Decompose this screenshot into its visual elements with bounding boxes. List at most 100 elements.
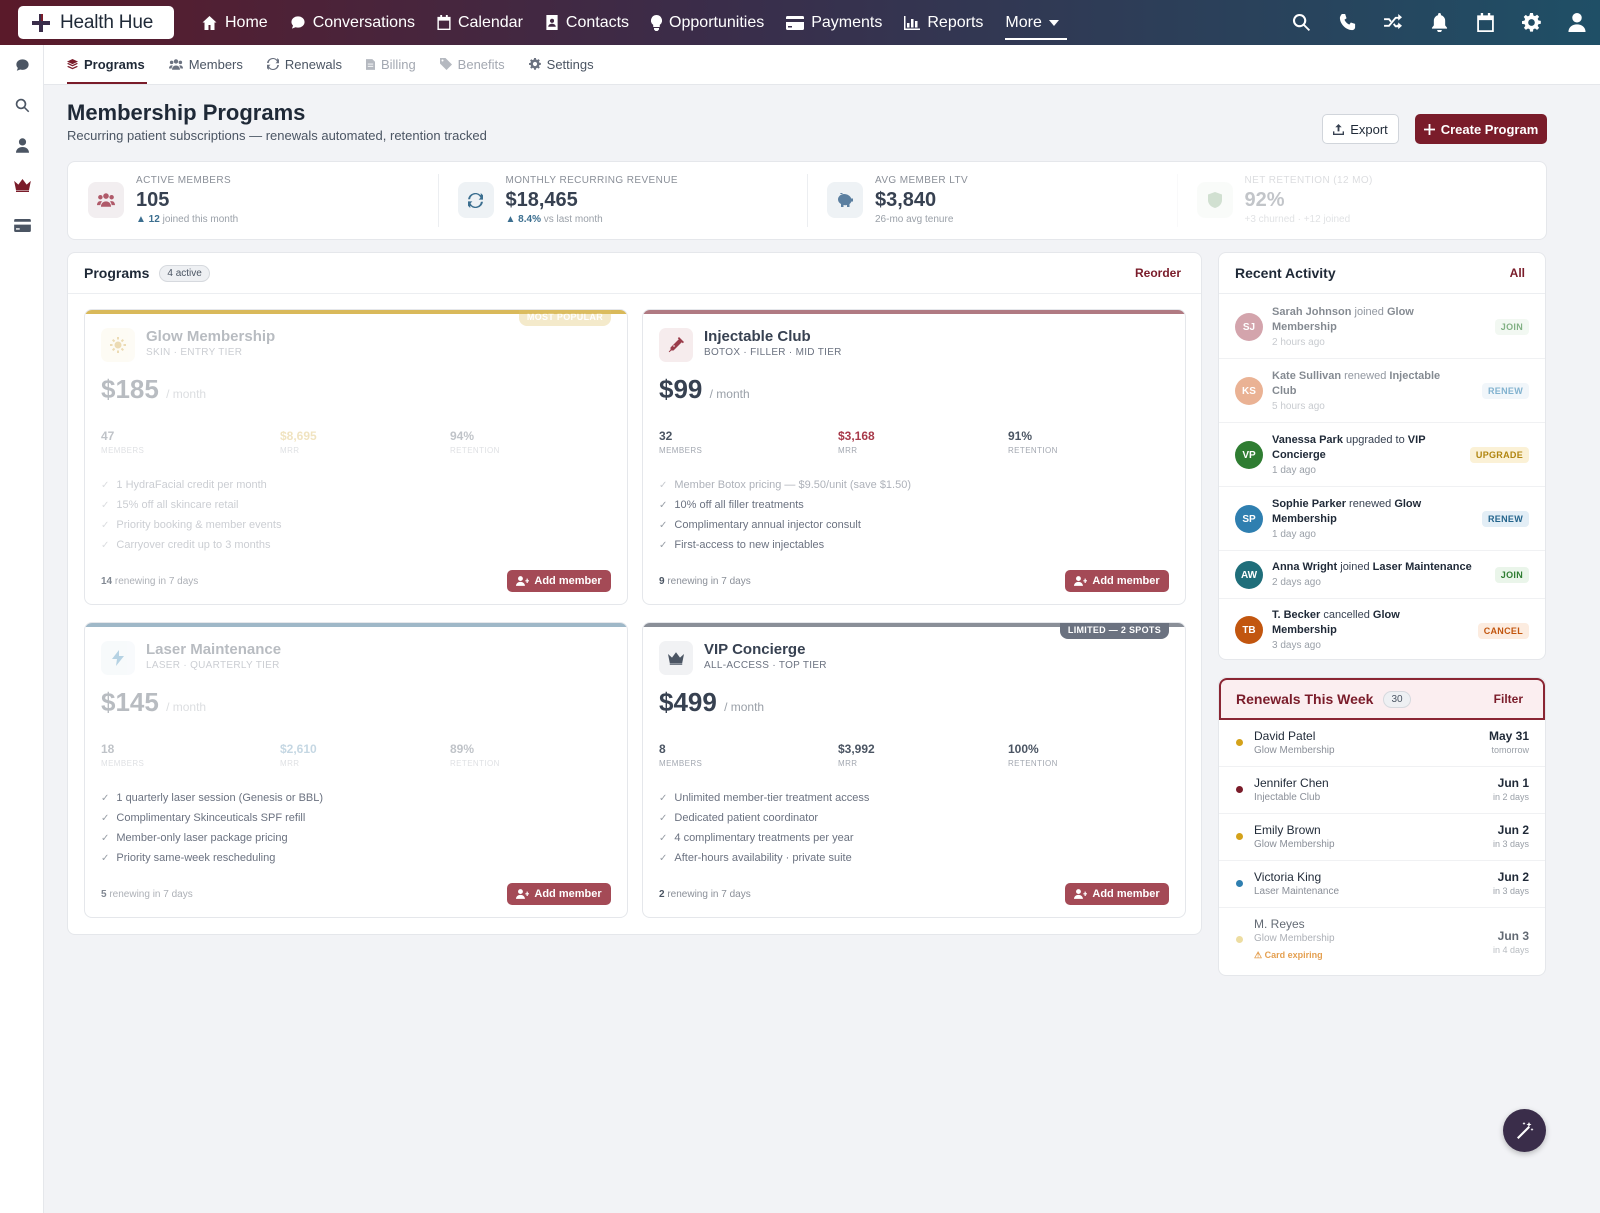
nav-payments[interactable]: Payments (775, 0, 893, 45)
gear-icon (1521, 13, 1541, 32)
renewal-row[interactable]: Victoria King Laser Maintenance Jun 2 in… (1219, 861, 1545, 908)
renewal-row[interactable]: Emily Brown Glow Membership Jun 2 in 3 d… (1219, 814, 1545, 861)
renewal-relative: in 3 days (1492, 839, 1529, 849)
chart-icon (904, 15, 921, 30)
rail-memberships[interactable] (0, 165, 44, 205)
tab-billing-label: Billing (380, 56, 416, 72)
avatar: KS (1235, 377, 1263, 405)
activity-item[interactable]: KS Kate Sullivan renewed Injectable Club… (1219, 359, 1545, 423)
renewal-row[interactable]: David Patel Glow Membership May 31 tomor… (1219, 720, 1545, 767)
stat-value: 92% (1244, 189, 1285, 211)
piggy-bank-icon (838, 193, 853, 207)
tab-billing[interactable]: Billing (365, 44, 428, 84)
avatar: SP (1235, 505, 1263, 533)
rail-billing[interactable] (0, 205, 44, 245)
card-expiring-warning: ⚠ Card expiring (1254, 950, 1323, 960)
activity-verb: joined (1340, 561, 1370, 573)
tab-benefits[interactable]: Benefits (439, 44, 517, 84)
search-icon (1292, 13, 1310, 32)
program-card[interactable]: LIMITED — 2 SPOTS VIP Concierge ALL-ACCE… (642, 622, 1186, 918)
tab-settings[interactable]: Settings (528, 44, 606, 84)
activity-all-link[interactable]: All (1510, 266, 1525, 280)
program-card[interactable]: MOST POPULAR Glow Membership SKIN · ENTR… (84, 309, 628, 605)
settings-button[interactable] (1508, 0, 1554, 45)
card-price-period: / month (166, 387, 207, 401)
card-name: Laser Maintenance (146, 641, 282, 658)
profile-button[interactable] (1554, 0, 1600, 45)
search-button[interactable] (1278, 0, 1324, 45)
upload-icon (1333, 123, 1345, 135)
nav-opportunities[interactable]: Opportunities (640, 0, 775, 45)
activity-item[interactable]: SP Sophie Parker renewed Glow Membership… (1219, 487, 1545, 551)
add-member-button[interactable]: Add member (507, 570, 611, 592)
rail-contacts[interactable] (0, 125, 44, 165)
program-color-dot (1236, 786, 1243, 793)
tab-programs[interactable]: Programs (67, 44, 157, 84)
renewal-row[interactable]: Jennifer Chen Injectable Club Jun 1 in 2… (1219, 767, 1545, 814)
card-mrr-label: MRR (838, 759, 858, 768)
nav-reports[interactable]: Reports (893, 0, 994, 45)
phone-button[interactable] (1324, 0, 1370, 45)
program-card[interactable]: Injectable Club BOTOX · FILLER · MID TIE… (642, 309, 1186, 605)
renewal-member-name: David Patel (1254, 729, 1316, 743)
tab-members-label: Members (188, 56, 243, 72)
activity-item[interactable]: TB T. Becker cancelled Glow Membership 3 … (1219, 599, 1545, 661)
card-icon-box (659, 328, 693, 362)
card-price-period: / month (166, 700, 207, 714)
tab-renewals[interactable]: Renewals (266, 44, 354, 84)
activity-text: Sarah Johnson joined Glow Membership 2 ho… (1272, 305, 1462, 350)
activity-time: 5 hours ago (1272, 401, 1325, 412)
nav-conversations[interactable]: Conversations (279, 0, 426, 45)
top-navigation-bar: Health Hue Home Conversations Calendar C… (0, 0, 1600, 45)
magic-wand-fab[interactable] (1503, 1109, 1546, 1152)
card-renewing-text: renewing in 7 days (114, 576, 199, 587)
stat-icon-box (1196, 182, 1233, 218)
add-member-button[interactable]: Add member (507, 883, 611, 905)
add-member-button[interactable]: Add member (1065, 883, 1169, 905)
renewals-filter-link[interactable]: Filter (1494, 692, 1523, 706)
activity-item[interactable]: VP Vanessa Park upgraded to VIP Concierg… (1219, 423, 1545, 487)
side-rail (0, 45, 44, 1213)
activity-item[interactable]: SJ Sarah Johnson joined Glow Membership 2… (1219, 295, 1545, 359)
shuffle-button[interactable] (1370, 0, 1416, 45)
card-accent-bar (85, 623, 627, 627)
stat-note-text: +3 churned · +12 joined (1244, 214, 1351, 225)
tab-benefits-label: Benefits (457, 56, 505, 72)
refresh-icon (468, 192, 483, 208)
renewal-relative: in 2 days (1492, 792, 1529, 802)
card-mrr-value: $2,610 (280, 742, 317, 756)
bolt-icon (112, 650, 124, 666)
activity-item[interactable]: AW Anna Wright joined Laser Maintenance 2… (1219, 551, 1545, 599)
nav-more-label: More (1005, 13, 1042, 31)
reorder-link[interactable]: Reorder (1135, 266, 1181, 280)
card-benefits-list: 1 HydraFacial credit per month 15% off a… (101, 475, 281, 555)
stat-value: 105 (136, 189, 170, 211)
export-button[interactable]: Export (1322, 114, 1399, 144)
card-benefits-list: Unlimited member-tier treatment access D… (659, 788, 869, 868)
add-member-button[interactable]: Add member (1065, 570, 1169, 592)
program-card[interactable]: Laser Maintenance LASER · QUARTERLY TIER… (84, 622, 628, 918)
nav-contacts[interactable]: Contacts (534, 0, 640, 45)
tab-members[interactable]: Members (168, 44, 255, 84)
add-member-label: Add member (534, 888, 602, 900)
create-program-button[interactable]: Create Program (1415, 114, 1547, 144)
rail-search[interactable] (0, 85, 44, 125)
benefit-item: Member Botox pricing — $9.50/unit (save … (659, 475, 911, 495)
activity-time: 1 day ago (1272, 465, 1316, 476)
card-renewing-text: renewing in 7 days (109, 889, 193, 900)
activity-verb: renewed (1344, 370, 1387, 382)
nav-calendar[interactable]: Calendar (426, 0, 534, 45)
tag-icon (439, 58, 452, 70)
nav-home[interactable]: Home (190, 0, 279, 45)
calendar-shortcut-button[interactable] (1462, 0, 1508, 45)
nav-more-dropdown[interactable]: More (994, 0, 1069, 45)
rail-conversations[interactable] (0, 45, 44, 85)
card-retention-label: RETENTION (1008, 446, 1058, 455)
renewal-program: Glow Membership (1254, 745, 1335, 756)
crown-icon (668, 651, 684, 665)
card-price-value: $185 (101, 374, 159, 404)
notifications-button[interactable] (1416, 0, 1462, 45)
renewal-row[interactable]: M. Reyes Glow Membership Jun 3 in 4 days… (1219, 908, 1545, 975)
program-color-dot (1236, 936, 1243, 943)
brand-logo[interactable]: Health Hue (18, 6, 174, 39)
